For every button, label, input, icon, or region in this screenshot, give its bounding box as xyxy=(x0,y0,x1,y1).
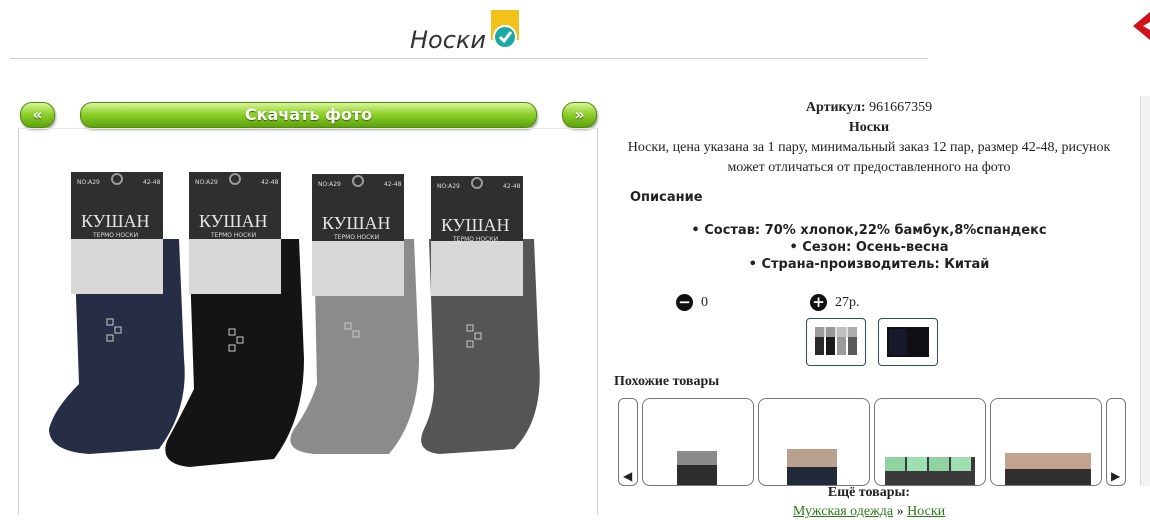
product-description: Носки, цена указана за 1 пару, минимальн… xyxy=(627,140,1111,175)
crumb-link[interactable]: Мужская одежда xyxy=(793,504,893,519)
download-photo-button[interactable]: Скачать фото xyxy=(80,102,537,128)
label-brand-3: КУШАН xyxy=(322,213,391,233)
label-brand-2: КУШАН xyxy=(199,211,268,231)
product-photo[interactable]: КУШАН КУШАН КУШАН КУШАН ТЕРМО НОСКИ ТЕРМ… xyxy=(18,128,598,515)
minus-circle-icon[interactable]: − xyxy=(676,294,693,312)
label-model-1: NO:A29 xyxy=(77,179,100,186)
feature-list: Состав: 70% хлопок,22% бамбук,8%спандекс… xyxy=(612,222,1126,273)
quantity-value: 0 xyxy=(701,295,708,310)
crumb-separator: » xyxy=(896,504,904,519)
similar-item[interactable] xyxy=(990,398,1102,486)
verified-check-badge-icon xyxy=(491,10,519,50)
variant-dark-socks[interactable] xyxy=(878,318,938,366)
article-label: Артикул: xyxy=(805,100,866,115)
label-line-1: ТЕРМО НОСКИ xyxy=(92,232,138,239)
label-brand-1: КУШАН xyxy=(81,211,150,231)
page-title: Носки xyxy=(410,26,487,54)
similar-carousel: ◀ ▶ xyxy=(614,396,1130,486)
similar-item[interactable] xyxy=(874,398,986,486)
close-icon[interactable] xyxy=(1133,12,1150,40)
label-brand-4: КУШАН xyxy=(441,215,510,235)
more-goods-title: Ещё товары: xyxy=(827,485,911,500)
label-line-4: ТЕРМО НОСКИ xyxy=(452,236,498,243)
feature-item: Состав: 70% хлопок,22% бамбук,8%спандекс xyxy=(612,222,1126,239)
label-line-2: ТЕРМО НОСКИ xyxy=(210,232,256,239)
price-value: 27р. xyxy=(835,295,860,310)
feature-item: Страна-производитель: Китай xyxy=(612,256,1126,273)
similar-item[interactable] xyxy=(642,398,754,486)
label-model-4: NO:A29 xyxy=(437,183,460,190)
scroll-left-icon[interactable]: ◀ xyxy=(618,398,638,486)
article-value: 961667359 xyxy=(869,100,933,115)
label-size-4: 42-48 xyxy=(503,183,521,190)
similar-title: Похожие товары xyxy=(614,374,720,389)
variant-grey-socks[interactable] xyxy=(806,318,866,366)
plus-circle-icon[interactable]: + xyxy=(810,294,827,312)
similar-item[interactable] xyxy=(758,398,870,486)
product-info: Артикул: 961667359 Носки Носки, цена ука… xyxy=(612,98,1126,178)
next-photo-button[interactable]: » xyxy=(562,102,597,128)
crumb-link[interactable]: Носки xyxy=(907,504,945,519)
quantity-control: −0 xyxy=(676,294,708,312)
label-size-1: 42-48 xyxy=(143,179,161,186)
label-line-3: ТЕРМО НОСКИ xyxy=(333,234,379,241)
article-line: Артикул: 961667359 xyxy=(612,98,1126,118)
label-model-3: NO:A29 xyxy=(318,181,341,188)
prev-photo-button[interactable]: « xyxy=(20,102,55,128)
feature-item: Сезон: Осень-весна xyxy=(612,239,1126,256)
label-model-2: NO:A29 xyxy=(195,179,218,186)
vertical-scrollbar[interactable] xyxy=(1140,96,1150,486)
description-heading: Описание xyxy=(630,190,703,205)
product-name: Носки xyxy=(848,120,890,135)
label-size-3: 42-48 xyxy=(384,181,402,188)
scroll-right-icon[interactable]: ▶ xyxy=(1106,398,1126,486)
label-size-2: 42-48 xyxy=(261,179,279,186)
breadcrumb: Мужская одежда » Носки xyxy=(612,504,1126,520)
price-control: +27р. xyxy=(810,294,860,312)
